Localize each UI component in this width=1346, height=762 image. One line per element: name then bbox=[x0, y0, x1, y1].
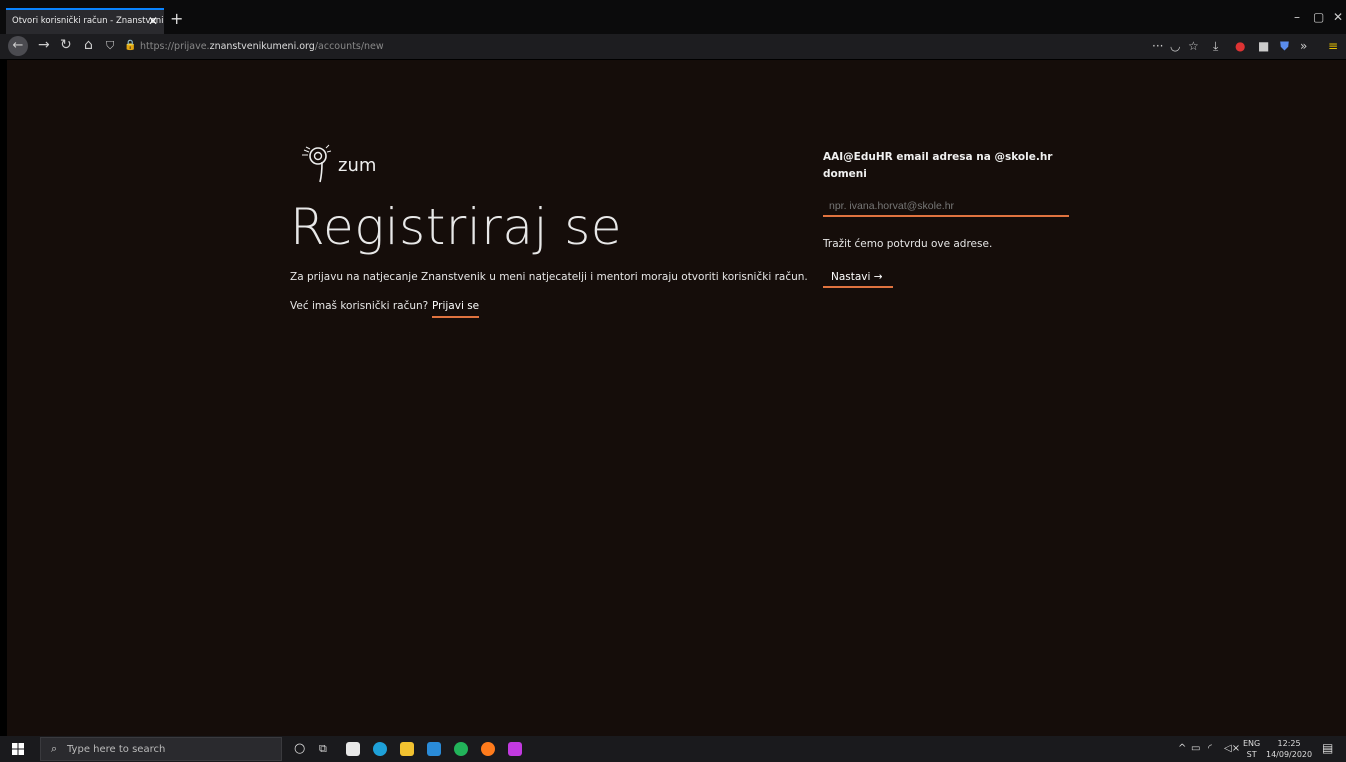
browser-navbar: ← → ↻ ⌂ ⛉ 🔒 https://prijave.znanstveniku… bbox=[0, 34, 1346, 60]
task-view-icon[interactable]: ⧉ bbox=[319, 742, 327, 756]
window-close-icon[interactable]: ✕ bbox=[1333, 10, 1343, 24]
taskbar-search[interactable]: ⌕ Type here to search bbox=[40, 737, 282, 761]
page-actions-icon[interactable]: ··· bbox=[1152, 39, 1163, 53]
phpstorm-icon[interactable] bbox=[508, 742, 522, 756]
notifications-icon[interactable]: ▤ bbox=[1322, 741, 1333, 755]
browser-tab[interactable]: Otvori korisnički račun - Znanstveni ✕ bbox=[6, 8, 164, 34]
windows-start-icon[interactable] bbox=[12, 743, 24, 755]
wifi-icon[interactable]: ◜ bbox=[1208, 743, 1212, 754]
intro-text: Za prijavu na natjecanje Znanstvenik u m… bbox=[290, 271, 808, 283]
home-icon[interactable]: ⌂ bbox=[84, 37, 93, 53]
search-icon: ⌕ bbox=[51, 742, 58, 755]
lock-icon: 🔒 bbox=[124, 40, 137, 51]
email-label: AAI@EduHR email adresa na @skole.hr dome… bbox=[823, 151, 1053, 180]
bitwarden-icon[interactable]: ⛊ bbox=[1280, 39, 1289, 54]
tab-close-icon[interactable]: ✕ bbox=[148, 14, 158, 28]
logo-text: zum bbox=[338, 155, 377, 176]
mail-icon[interactable] bbox=[427, 742, 441, 756]
url-prefix: https://prijave. bbox=[140, 41, 210, 52]
taskbar-search-placeholder: Type here to search bbox=[67, 744, 166, 755]
terminal-icon[interactable] bbox=[454, 742, 468, 756]
new-tab-button[interactable]: + bbox=[170, 9, 183, 28]
taskbar: ⌕ Type here to search ○ ⧉ ^ ▭ ◜ ◁× ENG S… bbox=[0, 736, 1346, 762]
shield-icon[interactable]: ⛉ bbox=[106, 39, 114, 53]
language-indicator[interactable]: ENG ST bbox=[1243, 738, 1260, 760]
url-path: /accounts/new bbox=[314, 41, 384, 52]
browser-titlebar: Otvori korisnički račun - Znanstveni ✕ +… bbox=[0, 0, 1346, 34]
edge-icon[interactable] bbox=[373, 742, 387, 756]
lang-line1: ENG bbox=[1243, 739, 1261, 748]
ublock-icon[interactable]: ● bbox=[1235, 39, 1245, 53]
forward-arrow-icon[interactable]: → bbox=[38, 37, 50, 53]
network-icon[interactable]: ▭ bbox=[1191, 743, 1200, 754]
firefox-icon[interactable] bbox=[481, 742, 495, 756]
continue-button[interactable]: Nastavi → bbox=[823, 268, 893, 288]
cortana-icon[interactable]: ○ bbox=[294, 741, 305, 756]
reload-icon[interactable]: ↻ bbox=[60, 37, 72, 53]
overflow-menu-icon[interactable]: » bbox=[1300, 39, 1307, 53]
url-bar[interactable]: https://prijave.znanstvenikumeni.org/acc… bbox=[140, 38, 1140, 56]
confirmation-note: Tražit ćemo potvrdu ove adrese. bbox=[823, 238, 993, 250]
clock[interactable]: 12:25 14/09/2020 bbox=[1266, 738, 1312, 760]
have-account-text: Već imaš korisnički račun? bbox=[290, 300, 429, 312]
back-arrow-icon[interactable]: ← bbox=[8, 36, 28, 56]
store-icon[interactable] bbox=[346, 742, 360, 756]
page-title: Registriraj se bbox=[290, 198, 623, 256]
page-body bbox=[7, 60, 1346, 736]
email-input[interactable] bbox=[823, 197, 1069, 217]
login-link[interactable]: Prijavi se bbox=[432, 300, 480, 318]
extension-icon[interactable]: ■ bbox=[1258, 39, 1269, 53]
pocket-icon[interactable]: ◡ bbox=[1170, 39, 1180, 53]
clock-time: 12:25 bbox=[1277, 739, 1301, 748]
clock-date: 14/09/2020 bbox=[1266, 750, 1313, 759]
bookmark-star-icon[interactable]: ☆ bbox=[1188, 39, 1199, 53]
url-domain: znanstvenikumeni.org bbox=[209, 41, 315, 52]
download-icon[interactable]: ⤓ bbox=[1213, 39, 1218, 54]
file-explorer-icon[interactable] bbox=[400, 742, 414, 756]
minimize-icon[interactable]: – bbox=[1294, 10, 1300, 24]
tab-title: Otvori korisnički račun - Znanstveni bbox=[12, 16, 164, 26]
volume-icon[interactable]: ◁× bbox=[1224, 743, 1240, 754]
lang-line2: ST bbox=[1246, 750, 1257, 759]
hamburger-menu-icon[interactable]: ≡ bbox=[1328, 39, 1338, 53]
tray-chevron-icon[interactable]: ^ bbox=[1178, 743, 1186, 754]
maximize-icon[interactable]: ▢ bbox=[1313, 10, 1324, 24]
